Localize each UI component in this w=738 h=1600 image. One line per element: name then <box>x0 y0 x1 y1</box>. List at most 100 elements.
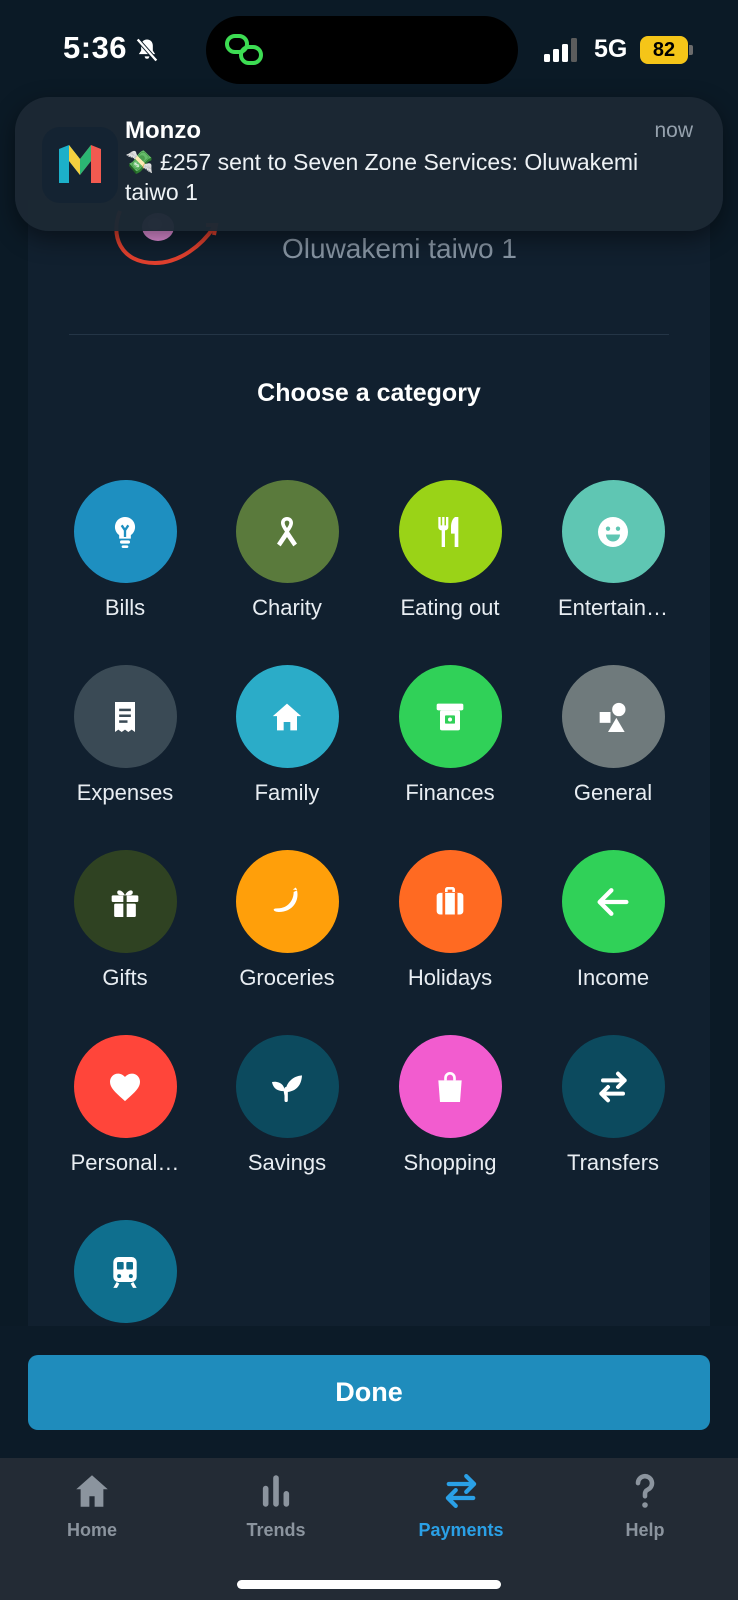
swap-arrows-icon <box>599 1071 627 1102</box>
category-circle[interactable] <box>73 1035 177 1138</box>
category-transfers[interactable]: Transfers <box>538 1035 688 1176</box>
category-label: Expenses <box>76 780 174 805</box>
signal-icon <box>544 38 577 62</box>
category-label: Charity <box>252 595 322 620</box>
home-indicator[interactable] <box>237 1580 501 1589</box>
category-bills[interactable]: Bills <box>50 480 200 621</box>
category-circle[interactable] <box>235 480 339 583</box>
category-label: General <box>573 780 653 805</box>
battery-level: 82 <box>640 36 688 64</box>
category-eating-out[interactable]: Eating out <box>375 480 525 621</box>
tab-bar: Home Trends Payments Help <box>0 1458 738 1600</box>
sprout-icon <box>272 1074 302 1102</box>
cutlery-icon <box>438 516 459 547</box>
divider <box>69 334 669 335</box>
category-holidays[interactable]: Holidays <box>375 850 525 991</box>
category-circle[interactable] <box>561 1035 665 1138</box>
section-title: Choose a category <box>257 379 481 407</box>
notification-app-name: Monzo <box>125 117 201 144</box>
category-transport[interactable] <box>50 1220 200 1323</box>
category-shopping[interactable]: Shopping <box>375 1035 525 1176</box>
category-charity[interactable]: Charity <box>212 480 362 621</box>
house-icon <box>272 703 302 730</box>
category-label: Holidays <box>407 965 493 990</box>
question-icon <box>635 1473 655 1508</box>
category-label: Family <box>254 780 320 805</box>
tab-label: Trends <box>246 1520 306 1540</box>
bell-slash-icon <box>136 38 158 62</box>
status-bar: 5:36 5G 82 <box>0 0 738 100</box>
status-time: 5:36 <box>63 30 128 65</box>
category-circle[interactable] <box>561 480 665 583</box>
category-circle[interactable] <box>235 665 339 768</box>
category-circle[interactable] <box>73 665 177 768</box>
heart-icon <box>110 1073 140 1101</box>
house-icon <box>76 1475 108 1507</box>
category-label: Transfers <box>566 1150 660 1175</box>
category-circle[interactable] <box>398 665 502 768</box>
gift-icon <box>111 889 139 917</box>
shopping-bag-icon <box>438 1071 462 1102</box>
category-circle[interactable] <box>398 850 502 953</box>
category-circle[interactable] <box>561 850 665 953</box>
tab-label: Home <box>66 1520 117 1540</box>
shapes-icon <box>599 702 626 732</box>
category-label: Bills <box>104 595 146 620</box>
receipt-icon <box>115 701 135 732</box>
notification-time: now <box>654 119 693 142</box>
category-circle[interactable] <box>73 1220 177 1323</box>
smiley-icon <box>598 516 628 547</box>
category-label: Shopping <box>403 1150 497 1175</box>
category-income[interactable]: Income <box>538 850 688 991</box>
category-expenses[interactable]: Expenses <box>50 665 200 806</box>
category-entertainment[interactable]: Entertain… <box>538 480 688 621</box>
category-family[interactable]: Family <box>212 665 362 806</box>
train-icon <box>113 1256 137 1288</box>
dynamic-island <box>206 16 518 84</box>
category-groceries[interactable]: Groceries <box>212 850 362 991</box>
network-type: 5G <box>594 35 628 63</box>
category-label: Eating out <box>400 595 500 620</box>
category-general[interactable]: General <box>538 665 688 806</box>
category-label: Groceries <box>239 965 335 990</box>
category-finances[interactable]: Finances <box>375 665 525 806</box>
category-label: Savings <box>247 1150 327 1175</box>
monzo-logo-icon <box>42 127 118 203</box>
category-circle[interactable] <box>561 665 665 768</box>
tab-label: Help <box>625 1520 665 1540</box>
ribbon-icon <box>277 516 297 546</box>
category-circle[interactable] <box>73 850 177 953</box>
suitcase-icon <box>436 886 464 914</box>
arrow-left-icon <box>597 887 629 916</box>
category-label: Gifts <box>102 965 148 990</box>
category-label: Entertain… <box>557 595 669 620</box>
tab-home[interactable]: Home <box>17 1470 167 1541</box>
payment-reference: Oluwakemi taiwo 1 <box>282 233 517 264</box>
category-circle[interactable] <box>235 1035 339 1138</box>
lightbulb-icon <box>114 516 136 548</box>
tab-help[interactable]: Help <box>570 1470 720 1541</box>
battery-cap <box>689 45 693 55</box>
category-circle[interactable] <box>398 480 502 583</box>
swap-arrows-icon <box>445 1474 477 1508</box>
done-button[interactable]: Done <box>28 1355 710 1430</box>
category-savings[interactable]: Savings <box>212 1035 362 1176</box>
category-label: Finances <box>405 780 495 805</box>
link-icon <box>225 34 263 65</box>
category-circle[interactable] <box>398 1035 502 1138</box>
cash-icon <box>436 703 464 730</box>
category-label: Income <box>576 965 650 990</box>
bar-chart-icon <box>262 1475 290 1507</box>
banana-icon <box>273 887 298 912</box>
category-label: Personal… <box>70 1150 180 1175</box>
push-notification[interactable]: Monzo now 💸 £257 sent to Seven Zone Serv… <box>15 97 723 231</box>
tab-label: Payments <box>418 1520 504 1540</box>
tab-trends[interactable]: Trends <box>201 1470 351 1541</box>
category-circle[interactable] <box>73 480 177 583</box>
category-circle[interactable] <box>235 850 339 953</box>
category-gifts[interactable]: Gifts <box>50 850 200 991</box>
tab-payments[interactable]: Payments <box>386 1470 536 1541</box>
battery-icon: 82 <box>640 36 693 64</box>
monzo-m-logo <box>59 145 101 183</box>
category-personal[interactable]: Personal… <box>50 1035 200 1176</box>
